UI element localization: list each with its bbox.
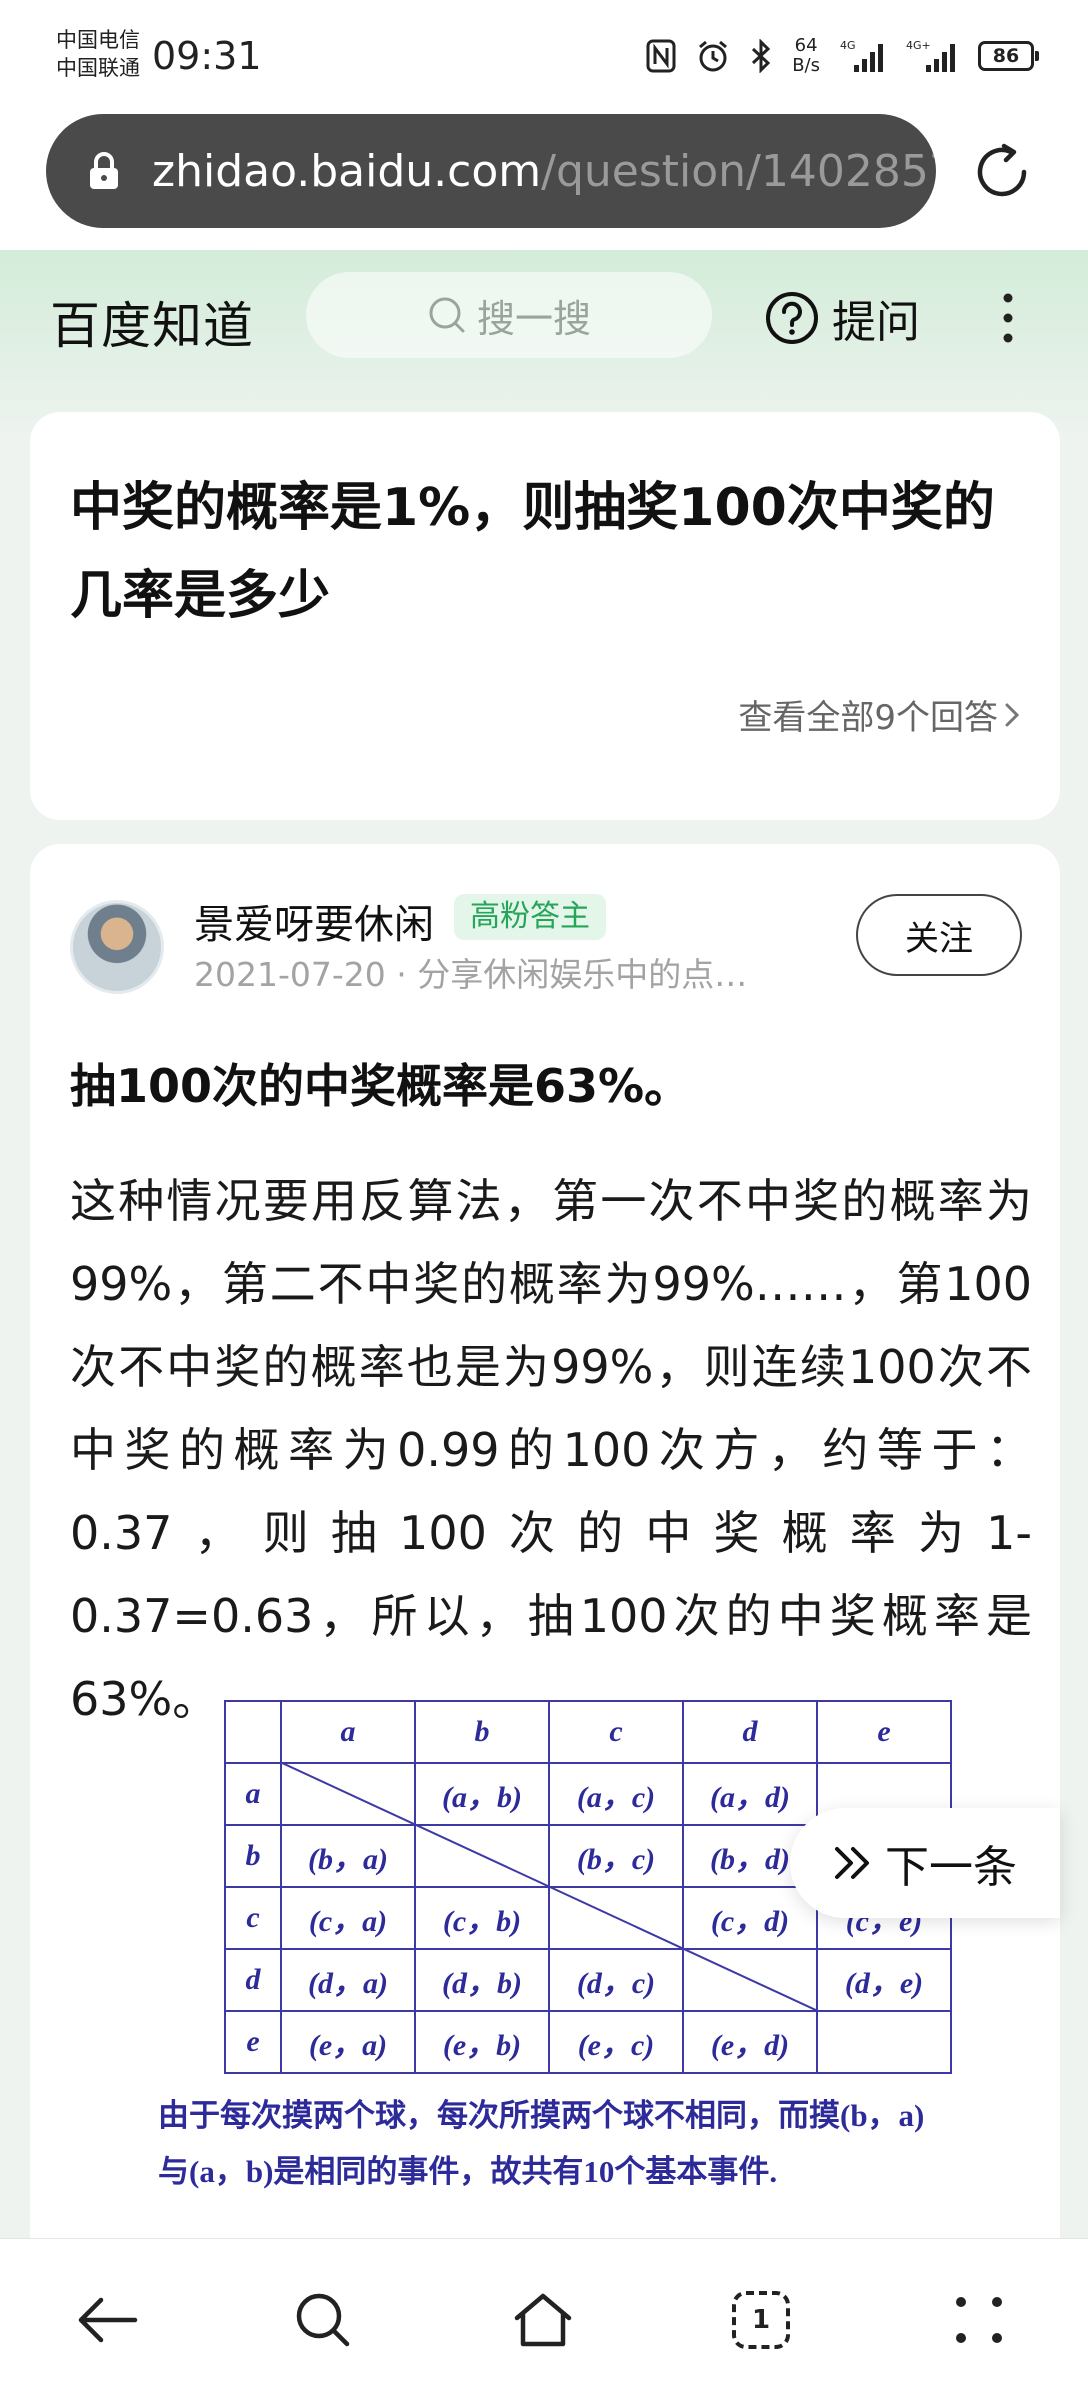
svg-text:4G: 4G — [840, 39, 856, 52]
net-speed-unit: B/s — [792, 55, 820, 76]
table-cell: (e，b) — [414, 2010, 550, 2074]
table-cell — [816, 2010, 952, 2074]
table-cell: (e，c) — [548, 2010, 684, 2074]
all-answers-label: 查看全部9个回答 — [738, 698, 998, 738]
table-row: e (e，a) (e，b) (e，c) (e，d) — [224, 2010, 952, 2074]
table-cell: d — [224, 1948, 282, 2012]
net-speed-value: 64 — [794, 35, 818, 56]
question-icon — [766, 292, 818, 344]
table-cell: b — [224, 1824, 282, 1888]
back-arrow-icon — [78, 2297, 138, 2343]
answer-date: 2021-07-20 — [194, 955, 386, 994]
author-name[interactable]: 景爱呀要休闲 — [194, 892, 434, 950]
table-cell: e — [816, 1700, 952, 1764]
more-icon[interactable] — [996, 290, 1020, 346]
table-cell: a — [224, 1762, 282, 1826]
diagonal-line — [280, 1762, 820, 2012]
lock-icon — [90, 152, 118, 189]
chevron-right-icon — [1005, 703, 1020, 726]
avatar[interactable] — [70, 900, 164, 994]
carrier-labels: 中国电信 中国联通 — [56, 26, 140, 82]
status-bar: 中国电信 中国联通 09:31 64 B/s 4G 4G+ 86 — [0, 0, 1088, 110]
home-button[interactable] — [508, 2285, 578, 2355]
table-cell: d — [682, 1700, 818, 1764]
author-badge: 高粉答主 — [454, 894, 606, 940]
status-icons: 64 B/s 4G 4G+ 86 — [646, 34, 1039, 78]
author-description: 分享休闲娱乐中的点… — [417, 955, 748, 994]
follow-button[interactable]: 关注 — [856, 894, 1022, 976]
address-bar[interactable]: zhidao.baidu.com/question/1402857 — [46, 114, 936, 228]
ask-button[interactable]: 提问 — [764, 286, 920, 350]
tab-count: 1 — [751, 2305, 771, 2335]
table-cell — [224, 1700, 282, 1764]
question-title: 中奖的概率是1%，则抽奖100次中奖的几率是多少 — [70, 478, 995, 626]
search-placeholder: 搜一搜 — [476, 296, 591, 341]
table-cell: b — [414, 1700, 550, 1764]
search-box[interactable]: 搜一搜 — [306, 272, 712, 358]
nfc-icon — [646, 39, 676, 73]
next-answer-label: 下一条 — [885, 1842, 1017, 1893]
all-answers-link[interactable]: 查看全部9个回答 — [738, 690, 1020, 739]
browser-toolbar: zhidao.baidu.com/question/1402857 — [0, 110, 1088, 250]
bottom-nav: 1 — [0, 2238, 1088, 2400]
question-card: 中奖的概率是1%，则抽奖100次中奖的几率是多少 查看全部9个回答 — [30, 412, 1060, 820]
svg-text:4G+: 4G+ — [906, 39, 931, 52]
home-icon — [514, 2293, 572, 2347]
table-cell: (e，d) — [682, 2010, 818, 2074]
tabs-button[interactable]: 1 — [726, 2285, 796, 2355]
ask-label: 提问 — [832, 297, 920, 348]
table-header-row: a b c d e — [224, 1700, 952, 1764]
signal-icon: 4G — [840, 39, 883, 72]
answer-card: 景爱呀要休闲 高粉答主 2021-07-20 · 分享休闲娱乐中的点… 关注 抽… — [30, 844, 1060, 2244]
table-cell: (e，a) — [280, 2010, 416, 2074]
battery-level: 86 — [992, 45, 1020, 67]
back-button[interactable] — [72, 2285, 142, 2355]
table-cell: c — [548, 1700, 684, 1764]
table-cell: a — [280, 1700, 416, 1764]
status-time: 09:31 — [152, 34, 262, 78]
table-cell: (d，e) — [816, 1948, 952, 2012]
meta-separator: · — [396, 955, 407, 994]
reload-icon[interactable] — [970, 140, 1034, 204]
bluetooth-icon — [752, 39, 771, 73]
answer-headline: 抽100次的中奖概率是63%。 — [70, 1059, 691, 1113]
carrier-2: 中国联通 — [56, 56, 140, 80]
table-cell: c — [224, 1886, 282, 1950]
figure-caption: 由于每次摸两个球，每次所摸两个球不相同，而摸(b，a) 与(a，b)是相同的事件… — [158, 2088, 1038, 2200]
next-answer-button[interactable]: 下一条 — [790, 1808, 1060, 1918]
caption-line: 由于每次摸两个球，每次所摸两个球不相同，而摸(b，a) — [158, 2098, 925, 2133]
search-icon — [296, 2293, 350, 2347]
caption-line: 与(a，b)是相同的事件，故共有10个基本事件. — [158, 2154, 778, 2189]
url-text: zhidao.baidu.com/question/1402857 — [152, 146, 936, 197]
url-host: zhidao.baidu.com — [152, 145, 542, 197]
search-icon — [429, 297, 465, 333]
url-path: /question/1402857 — [541, 145, 936, 197]
menu-button[interactable] — [944, 2285, 1014, 2355]
net-speed: 64 B/s — [792, 36, 820, 76]
table-cell: e — [224, 2010, 282, 2074]
alarm-icon — [699, 40, 728, 72]
signal-icon: 4G+ — [906, 39, 955, 72]
site-logo[interactable]: 百度知道 — [50, 286, 254, 358]
double-chevron-right-icon — [835, 1847, 869, 1879]
search-button[interactable] — [288, 2285, 358, 2355]
carrier-1: 中国电信 — [56, 28, 140, 52]
menu-dots-icon — [956, 2297, 1002, 2343]
battery-indicator: 86 — [978, 41, 1039, 71]
answer-body: 这种情况要用反算法，第一次不中奖的概率为99%，第二不中奖的概率为99%……，第… — [70, 1174, 1032, 1726]
answer-meta: 2021-07-20 · 分享休闲娱乐中的点… — [194, 948, 747, 996]
